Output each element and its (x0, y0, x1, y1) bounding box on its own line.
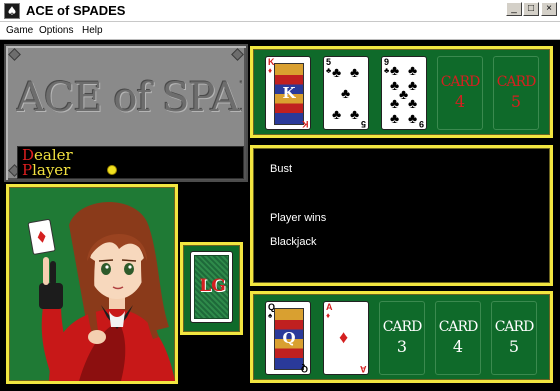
club-icon: ♣ (399, 86, 409, 102)
club-icon: ♣ (408, 62, 418, 78)
deck-panel: LG (180, 242, 243, 335)
message-line-5: Blackjack (270, 236, 317, 248)
club-icon: ♣ (350, 64, 360, 80)
game-logo: ACE of SPADES (16, 75, 242, 121)
spade-app-icon[interactable]: ♠ (4, 3, 20, 19)
player-card-2[interactable]: A ♦ ♦ A (323, 301, 369, 375)
club-icon: ♣ (384, 66, 390, 75)
card-rank: 5 (360, 119, 366, 129)
maximize-button[interactable]: □ (523, 2, 539, 16)
dealer-hand-panel: K K ♦ K 5 ♣ ♣ ♣ ♣ ♣ ♣ 5 9 ♣ ♣ ♣ ♣ ♣ ♣ ♣ … (250, 46, 553, 138)
message-line-4: Player wins (270, 212, 327, 224)
card-rank: A (359, 364, 367, 374)
card-rank: Q (300, 364, 308, 374)
spade-icon: ♠ (268, 311, 273, 320)
close-button[interactable]: × (541, 2, 557, 16)
player-card-1[interactable]: Q Q ♠ Q (265, 301, 311, 375)
club-icon: ♣ (408, 110, 418, 126)
player-card-slot-4: CARD 4 (435, 301, 481, 375)
dealer-card-slot-5: CARD 5 (493, 56, 539, 130)
menu-help[interactable]: Help (82, 24, 103, 38)
club-icon: ♣ (390, 77, 400, 93)
dealer-portrait (6, 184, 178, 384)
diamond-icon: ♦ (339, 327, 349, 347)
club-icon: ♣ (390, 110, 400, 126)
club-icon: ♣ (390, 62, 400, 78)
player-card-slot-5: CARD 5 (491, 301, 537, 375)
message-panel: Bust Player wins Blackjack (250, 145, 553, 286)
card-back: LG (194, 255, 229, 319)
title-bar: ♠ ACE of SPADES _ □ × (0, 0, 560, 22)
menu-options[interactable]: Options (39, 24, 73, 38)
dealer-card-slot-4: CARD 4 (437, 56, 483, 130)
club-icon: ♣ (408, 95, 418, 111)
dealer-girl-illustration (27, 202, 175, 381)
player-hand-panel: Q Q ♠ Q A ♦ ♦ A CARD 3 CARD 4 CARD 5 (250, 291, 553, 383)
menu-game[interactable]: Game (6, 24, 33, 38)
diamond-icon: ♦ (326, 311, 331, 320)
dealer-card-1[interactable]: K K ♦ K (265, 56, 311, 130)
deck-logo: LG (199, 276, 226, 296)
club-icon: ♣ (326, 66, 332, 75)
active-turn-indicator-icon (107, 165, 117, 175)
club-icon: ♣ (408, 77, 418, 93)
turn-status-box: Dealer Player (17, 146, 244, 179)
logo-panel: ACE of SPADES Dealer Player (4, 44, 248, 182)
club-icon: ♣ (332, 64, 342, 80)
club-icon: ♣ (390, 95, 400, 111)
queen-face-art: Q (274, 308, 304, 370)
club-icon: ♣ (332, 106, 342, 122)
dealer-card-2[interactable]: 5 ♣ ♣ ♣ ♣ ♣ ♣ 5 (323, 56, 369, 130)
message-line-1: Bust (270, 163, 293, 175)
card-rank: 9 (418, 119, 424, 129)
player-status-label: Player (22, 161, 71, 179)
diamond-icon: ♦ (268, 66, 273, 75)
menu-bar: Game Options Help (0, 22, 560, 40)
player-card-slot-3: CARD 3 (379, 301, 425, 375)
king-face-art: K (274, 63, 304, 125)
card-rank: K (301, 119, 309, 129)
minimize-button[interactable]: _ (506, 2, 522, 16)
club-icon: ♣ (350, 106, 360, 122)
window-title: ACE of SPADES (26, 3, 126, 18)
dealer-card-3[interactable]: 9 ♣ ♣ ♣ ♣ ♣ ♣ ♣ ♣ ♣ ♣ 9 (381, 56, 427, 130)
draw-pile[interactable]: LG (190, 251, 233, 323)
club-icon: ♣ (341, 85, 351, 101)
